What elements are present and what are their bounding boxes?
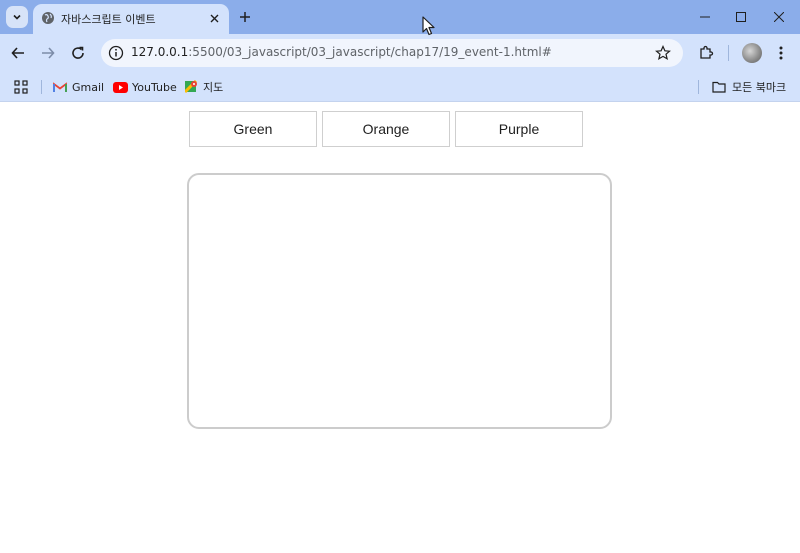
plus-icon: [240, 12, 250, 22]
bookmark-gmail[interactable]: Gmail: [53, 77, 104, 97]
chevron-down-icon: [13, 14, 21, 20]
tab-strip: 자바스크립트 이벤트: [0, 0, 800, 34]
bookmark-label: Gmail: [72, 80, 105, 94]
url-host: 127.0.0.1: [131, 45, 189, 59]
profile-avatar[interactable]: [742, 43, 762, 63]
bookmarks-divider: [41, 80, 42, 94]
tab-close-button[interactable]: [207, 11, 221, 25]
all-bookmarks-label: 모든 북마크: [732, 81, 787, 94]
minimize-icon: [700, 16, 710, 18]
puzzle-icon: [700, 45, 714, 59]
bookmark-youtube[interactable]: YouTube: [113, 77, 177, 97]
page-content: Green Orange Purple: [0, 102, 800, 553]
arrow-right-icon: [42, 47, 55, 59]
tab-title: 자바스크립트 이벤트: [61, 13, 156, 26]
minimize-button[interactable]: [686, 0, 724, 34]
youtube-icon: [113, 81, 128, 93]
toolbar-divider: [728, 45, 729, 61]
bookmark-label: 지도: [203, 81, 224, 94]
window-close-button[interactable]: [760, 0, 798, 34]
address-bar[interactable]: 127.0.0.1:5500/03_javascript/03_javascri…: [101, 39, 683, 67]
new-tab-button[interactable]: [236, 8, 254, 26]
color-box: [187, 173, 612, 429]
browser-toolbar: 127.0.0.1:5500/03_javascript/03_javascri…: [0, 34, 800, 72]
close-icon: [210, 14, 218, 22]
reload-button[interactable]: [68, 43, 88, 63]
reload-icon: [72, 46, 84, 59]
arrow-left-icon: [11, 47, 24, 59]
tab-search-button[interactable]: [6, 6, 28, 28]
bookmark-label: YouTube: [132, 80, 177, 94]
info-icon[interactable]: [108, 45, 124, 61]
forward-button[interactable]: [38, 43, 58, 63]
maps-icon: [185, 80, 198, 94]
bookmarks-divider: [698, 80, 699, 94]
url-path: :5500/03_javascript/03_javascript/chap17…: [188, 45, 552, 59]
mouse-cursor-icon: [422, 16, 435, 36]
bookmarks-bar: Gmail YouTube 지도 모든 북마크: [0, 72, 800, 102]
extensions-button[interactable]: [696, 43, 716, 63]
apps-grid-icon: [14, 80, 28, 94]
maximize-icon: [736, 12, 746, 22]
star-icon[interactable]: [655, 45, 671, 61]
more-vertical-icon: [779, 46, 783, 60]
folder-icon: [712, 81, 726, 93]
orange-button[interactable]: Orange: [322, 111, 450, 147]
active-tab[interactable]: 자바스크립트 이벤트: [33, 4, 229, 34]
all-bookmarks-button[interactable]: 모든 북마크: [712, 77, 786, 97]
gmail-icon: [53, 81, 67, 92]
url-text: 127.0.0.1:5500/03_javascript/03_javascri…: [131, 45, 552, 59]
apps-button[interactable]: [14, 77, 28, 97]
maximize-button[interactable]: [722, 0, 760, 34]
purple-button[interactable]: Purple: [455, 111, 583, 147]
globe-icon: [42, 12, 54, 24]
menu-button[interactable]: [771, 43, 791, 63]
close-icon: [774, 12, 784, 22]
back-button[interactable]: [8, 43, 28, 63]
green-button[interactable]: Green: [189, 111, 317, 147]
bookmark-maps[interactable]: 지도: [185, 77, 223, 97]
